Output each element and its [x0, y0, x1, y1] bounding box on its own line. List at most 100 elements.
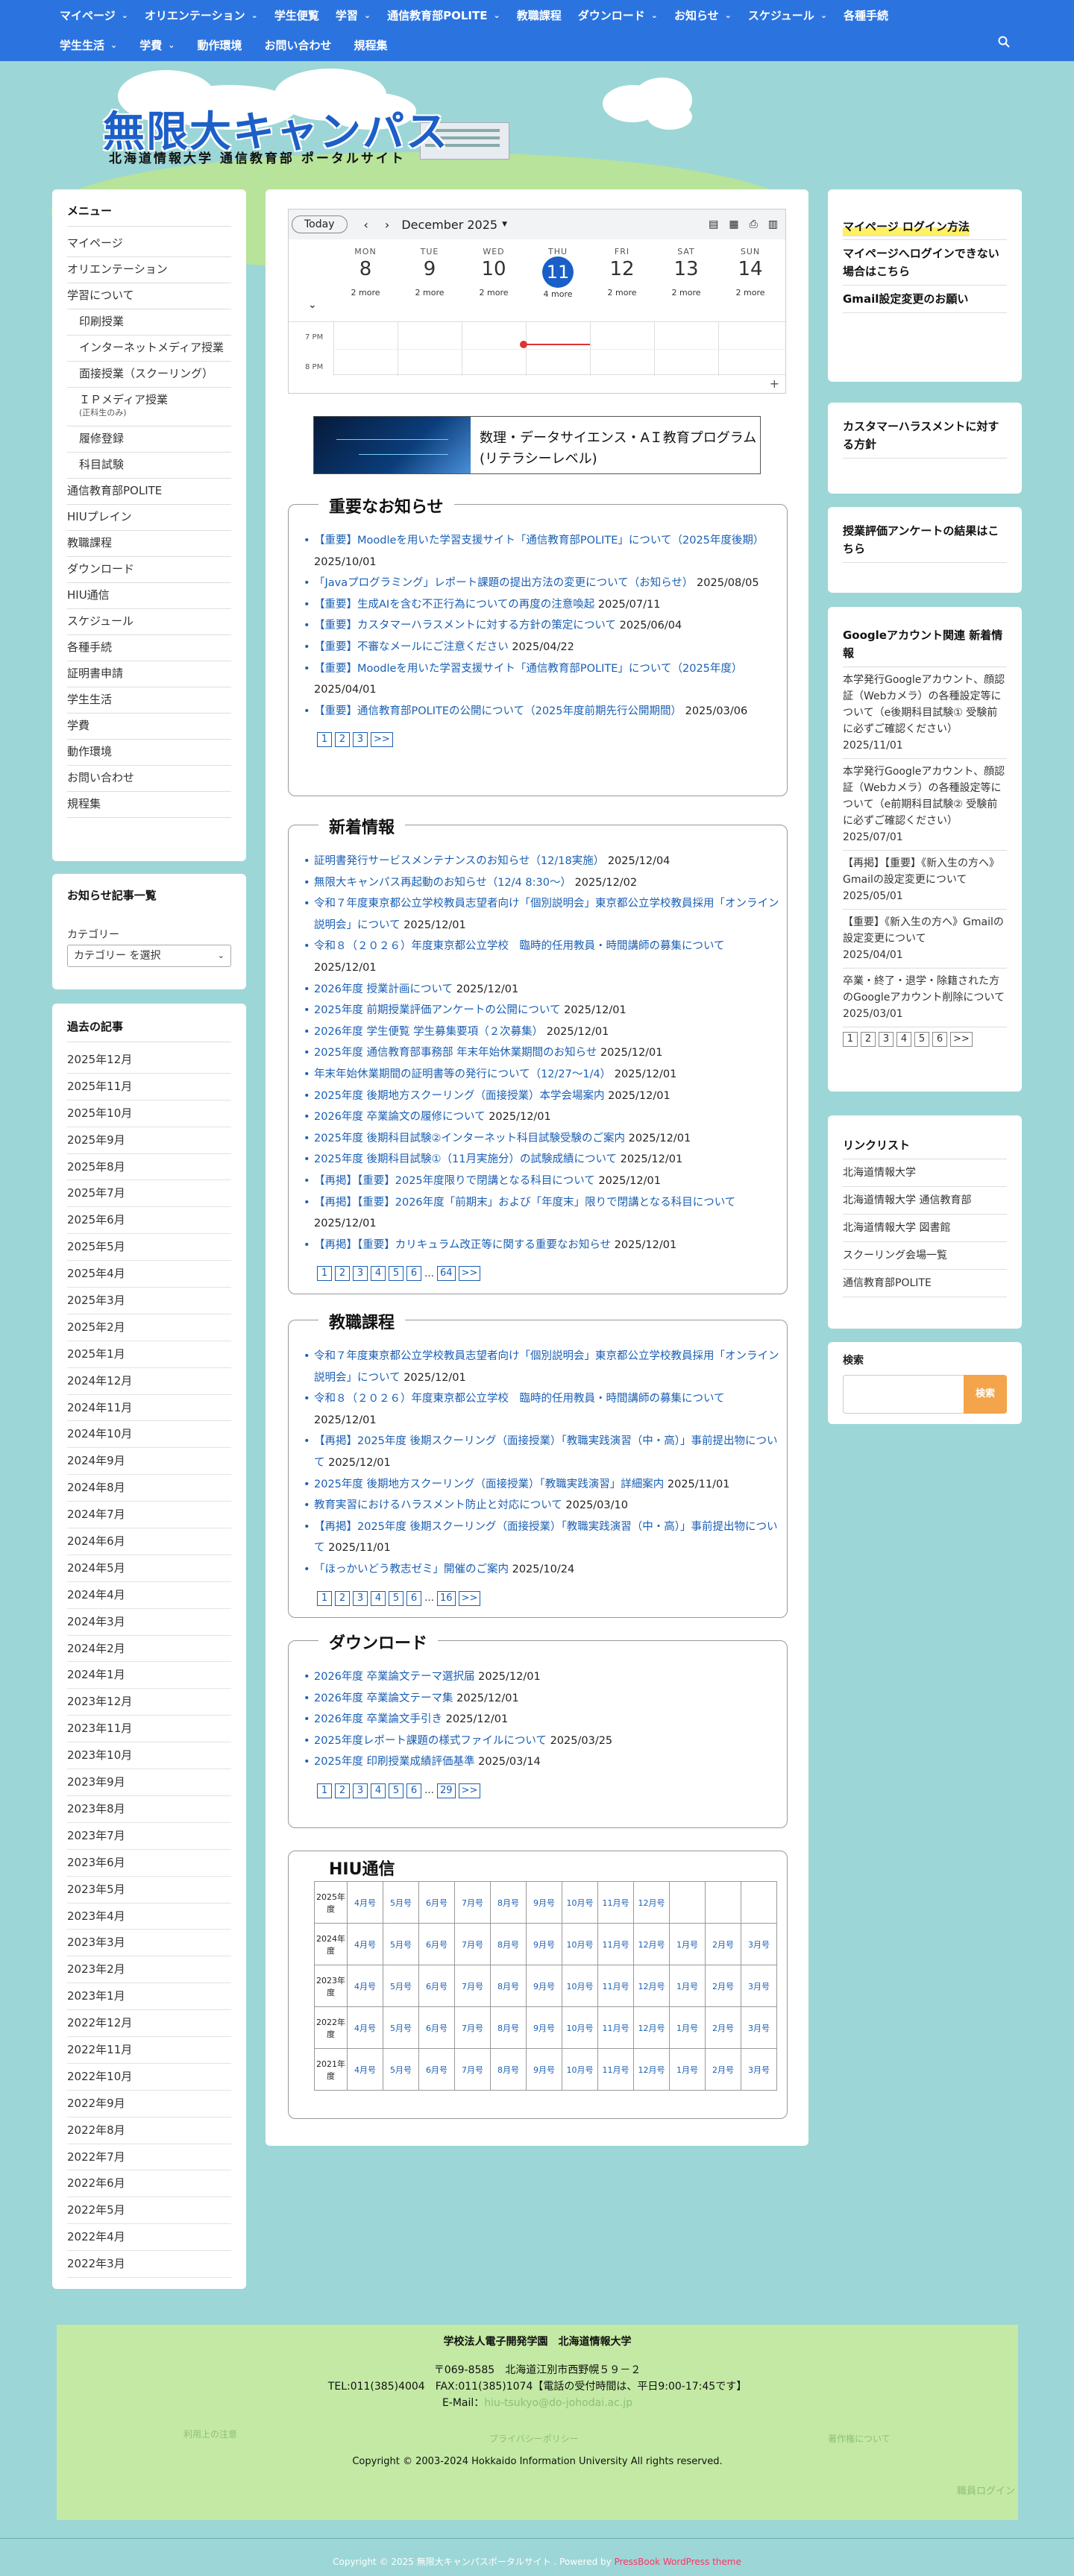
archive-item[interactable]: 2024年3月 [67, 1609, 231, 1636]
hiu-issue-link[interactable]: 9月号 [526, 2048, 562, 2091]
more-events-link[interactable]: 2 more [333, 288, 398, 297]
archive-item[interactable]: 2024年4月 [67, 1582, 231, 1609]
menu-item[interactable]: 面接授業（スクーリング） [67, 362, 231, 388]
nav-item[interactable]: マイページ ⌄ [60, 7, 128, 23]
archive-item[interactable]: 2024年2月 [67, 1636, 231, 1663]
search-input[interactable] [843, 1375, 964, 1414]
survey-link[interactable]: 授業評価アンケートの結果はこちら [843, 517, 1007, 563]
hiu-issue-link[interactable]: 4月号 [347, 2048, 383, 2091]
archive-item[interactable]: 2022年7月 [67, 2144, 231, 2171]
item-link[interactable]: 2026年度 卒業論文テーマ集 [314, 1692, 453, 1704]
search-button[interactable]: 検索 [964, 1375, 1007, 1414]
hiu-issue-link[interactable]: 1月号 [669, 2006, 706, 2049]
item-link[interactable]: 2025年度 前期授業評価アンケートの公開について [314, 1004, 561, 1016]
pager-link[interactable]: 1 [843, 1032, 858, 1047]
staff-login-link[interactable]: 職員ログイン [957, 2483, 1015, 2497]
hiu-issue-link[interactable]: 5月号 [383, 1965, 419, 2007]
menu-item[interactable]: 印刷授業 [67, 309, 231, 336]
archive-item[interactable]: 2023年7月 [67, 1823, 231, 1850]
item-link[interactable]: 令和８（２０２６）年度東京都公立学校 臨時的任用教員・時間講師の募集について [314, 940, 725, 952]
hiu-issue-link[interactable]: 7月号 [454, 2006, 491, 2049]
terms-link[interactable]: 利用上の注意 [183, 2428, 237, 2440]
today-button[interactable]: Today [292, 215, 348, 233]
archive-item[interactable]: 2022年5月 [67, 2197, 231, 2225]
ds-ai-banner[interactable]: 数理・データサイエンス・AＩ教育プログラム (リテラシーレベル) [313, 416, 761, 474]
print-icon[interactable]: ⎙ [750, 218, 758, 230]
item-link[interactable]: 【重要】通信教育部POLITEの公開について（2025年度前期先行公開期間） [314, 705, 682, 717]
caret-down-icon[interactable]: ▼ [502, 221, 507, 228]
hiu-issue-link[interactable]: 7月号 [454, 1923, 491, 1965]
nav-item[interactable]: 学生生活 ⌄ [60, 37, 117, 53]
item-link[interactable]: 【重要】Moodleを用いた学習支援サイト「通信教育部POLITE」について（2… [314, 535, 764, 547]
archive-item[interactable]: 2022年12月 [67, 2010, 231, 2037]
calendar-day[interactable]: THU 11 4 more [526, 247, 590, 299]
menu-item[interactable]: 各種手続 [67, 635, 231, 661]
hiu-issue-link[interactable]: 10月号 [562, 2006, 598, 2049]
hiu-issue-link[interactable]: 11月号 [597, 1923, 634, 1965]
menu-item[interactable]: 学費 [67, 714, 231, 740]
item-link[interactable]: 2026年度 卒業論文テーマ選択届 [314, 1671, 475, 1683]
pager-link[interactable]: 6 [932, 1032, 947, 1047]
hiu-issue-link[interactable]: 3月号 [741, 1965, 777, 2007]
item-link[interactable]: 教育実習におけるハラスメント防止と対応について [314, 1499, 562, 1511]
archive-item[interactable]: 2023年2月 [67, 1956, 231, 1984]
archive-item[interactable]: 2023年10月 [67, 1742, 231, 1770]
calendar-day[interactable]: MON 8 2 more [333, 247, 398, 297]
menu-item[interactable]: 証明書申請 [67, 661, 231, 687]
archive-item[interactable]: 2025年3月 [67, 1288, 231, 1314]
item-link[interactable]: 2025年度 後期科目試験②インターネット科目試験受験のご案内 [314, 1133, 625, 1144]
hiu-issue-link[interactable]: 11月号 [597, 1965, 634, 2007]
item-link[interactable]: 2025年度 印刷授業成績評価基準 [314, 1756, 475, 1768]
hiu-issue-link[interactable]: 12月号 [633, 2006, 670, 2049]
item-link[interactable]: 【重要】カスタマーハラスメントに対する方針の策定について [314, 620, 616, 632]
archive-item[interactable]: 2025年12月 [67, 1047, 231, 1074]
hiu-issue-link[interactable]: 3月号 [741, 2006, 777, 2049]
archive-item[interactable]: 2025年10月 [67, 1100, 231, 1127]
hiu-issue-link[interactable]: 2月号 [705, 1923, 741, 1965]
hiu-issue-link[interactable]: 8月号 [490, 1965, 527, 2007]
archive-item[interactable]: 2022年3月 [67, 2251, 231, 2278]
hiu-issue-link[interactable]: 4月号 [347, 1965, 383, 2007]
archive-item[interactable]: 2024年6月 [67, 1528, 231, 1555]
archive-item[interactable]: 2025年8月 [67, 1154, 231, 1181]
google-item-link[interactable]: 【重要】《新入生の方へ》Gmailの設定変更について [843, 914, 1007, 947]
login-help-link[interactable]: マイページへログインできない場合はこちら [843, 240, 1007, 286]
archive-item[interactable]: 2025年6月 [67, 1207, 231, 1235]
footer-email[interactable]: hiu-tsukyo@do-johodai.ac.jp [484, 2397, 632, 2409]
pager-link[interactable]: 5 [914, 1032, 929, 1047]
pager-link[interactable]: 3 [353, 1783, 368, 1798]
archive-item[interactable]: 2024年1月 [67, 1662, 231, 1689]
hiu-issue-link[interactable]: 2月号 [705, 2048, 741, 2091]
menu-item[interactable]: HIU通信 [67, 583, 231, 609]
pager-link[interactable]: 5 [389, 1266, 403, 1282]
archive-item[interactable]: 2024年5月 [67, 1555, 231, 1582]
menu-item[interactable]: 規程集 [67, 792, 231, 818]
menu-item[interactable]: オリエンテーション [67, 257, 231, 283]
hiu-issue-link[interactable]: 1月号 [669, 1923, 706, 1965]
nav-item[interactable]: 通信教育部POLITE ⌄ [387, 7, 500, 23]
item-link[interactable]: 2025年度 通信教育部事務部 年末年始休業期間のお知らせ [314, 1047, 597, 1059]
chevron-right-icon[interactable]: › [385, 218, 389, 232]
hiu-issue-link[interactable]: 10月号 [562, 2048, 598, 2091]
item-link[interactable]: 2025年度レポート課題の様式ファイルについて [314, 1735, 547, 1747]
item-link[interactable]: 令和７年度東京都公立学校教員志望者向け「個別説明会」東京都公立学校教員採用「オン… [314, 1350, 779, 1384]
item-link[interactable]: 2025年度 後期地方スクーリング（面接授業）本学会場案内 [314, 1090, 605, 1102]
pager-link[interactable]: 1 [317, 1266, 332, 1282]
more-events-link[interactable]: 2 more [718, 288, 782, 297]
menu-item[interactable]: 履修登録 [67, 426, 231, 453]
hiu-issue-link[interactable]: 2月号 [705, 2006, 741, 2049]
item-link[interactable]: 「ほっかいどう教志ゼミ」開催のご案内 [314, 1563, 509, 1575]
hiu-issue-link[interactable]: 7月号 [454, 1965, 491, 2007]
more-events-link[interactable]: 2 more [654, 288, 718, 297]
view-icon[interactable]: ▥ [768, 218, 778, 230]
link-list-item[interactable]: 北海道情報大学 [843, 1159, 1007, 1187]
archive-item[interactable]: 2024年8月 [67, 1475, 231, 1502]
pager-link[interactable]: 3 [879, 1032, 894, 1047]
hiu-issue-link[interactable]: 9月号 [526, 1965, 562, 2007]
archive-item[interactable]: 2023年1月 [67, 1983, 231, 2011]
nav-item[interactable]: 学生便覧 [274, 7, 319, 23]
pager-link[interactable]: 3 [353, 1266, 368, 1282]
menu-item[interactable]: 学習について [67, 283, 231, 309]
pager-link[interactable]: 1 [317, 1590, 332, 1606]
item-link[interactable]: 2026年度 卒業論文の履修について [314, 1111, 486, 1123]
